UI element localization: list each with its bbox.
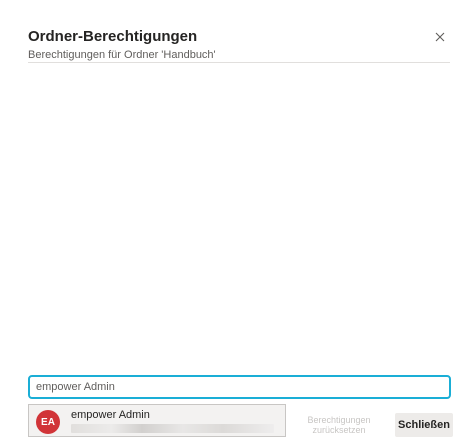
user-search-input[interactable] [30, 377, 449, 397]
user-suggestion-item[interactable]: EA empower Admin [28, 404, 286, 437]
avatar: EA [36, 410, 60, 434]
permissions-dialog: Ordner-Berechtigungen Berechtigungen für… [0, 0, 460, 441]
suggestion-email-redacted [71, 424, 274, 433]
close-icon [435, 32, 445, 42]
user-search-field[interactable] [28, 375, 451, 399]
dialog-subtitle: Berechtigungen für Ordner 'Handbuch' [28, 49, 216, 61]
reset-permissions-button[interactable]: Berechtigungen zurücksetzen [300, 413, 378, 437]
dialog-title: Ordner-Berechtigungen [28, 28, 198, 45]
dialog-header: Ordner-Berechtigungen Berechtigungen für… [28, 27, 442, 63]
suggestion-name: empower Admin [71, 409, 150, 421]
close-button[interactable]: Schließen [395, 413, 453, 437]
header-divider [28, 62, 450, 63]
close-dialog-button[interactable] [430, 27, 450, 47]
